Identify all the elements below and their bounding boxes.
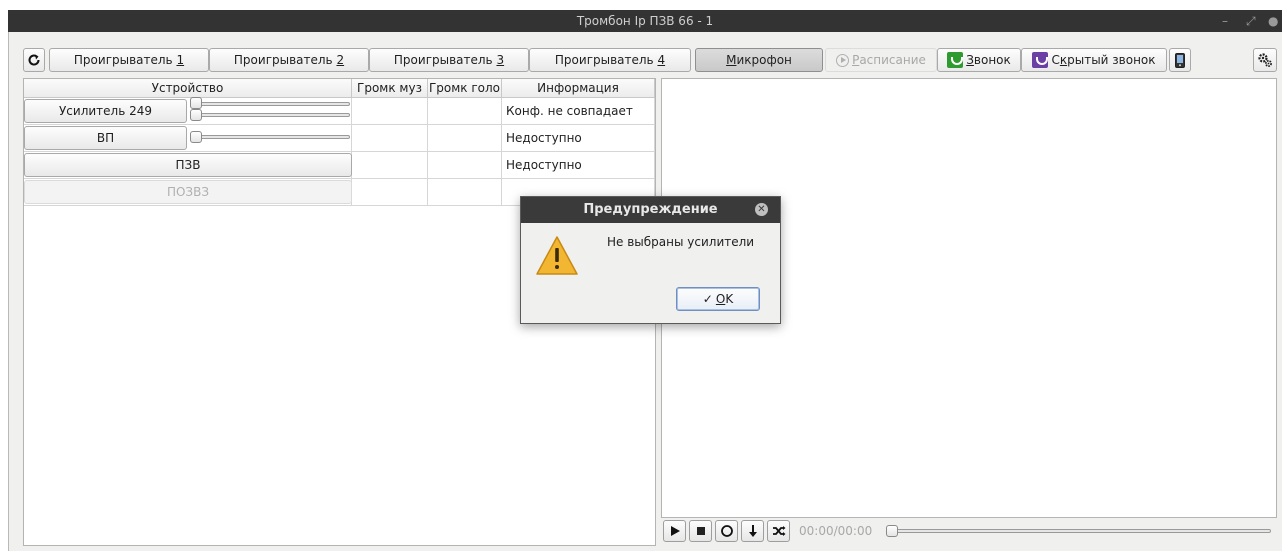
table-cell (352, 152, 428, 179)
dialog-close-icon[interactable]: ✕ (755, 203, 768, 216)
warning-icon (536, 236, 578, 275)
stop-button[interactable] (689, 520, 712, 542)
tab-label: Проигрыватель (393, 53, 497, 67)
device-button-pzv[interactable]: ПЗВ (24, 153, 352, 177)
repeat-icon (720, 525, 733, 537)
tab-player-2[interactable]: Проигрыватель 2 (209, 48, 369, 72)
download-button[interactable] (741, 520, 764, 542)
tab-player-3[interactable]: Проигрыватель 3 (369, 48, 529, 72)
slider-handle[interactable] (190, 97, 202, 109)
dialog-title: Предупреждение (583, 202, 718, 217)
ok-button[interactable]: ✓ O K (676, 287, 760, 311)
phone-call-icon (947, 52, 964, 68)
header-music-volume[interactable]: Громк муз (352, 79, 428, 98)
title-bar: Тромбон Ip ПЗВ 66 - 1 – ⤢ ● (8, 10, 1282, 32)
refresh-button[interactable] (23, 48, 45, 72)
maximize-icon[interactable]: ⤢ (1246, 10, 1256, 32)
table-cell (428, 152, 502, 179)
play-button[interactable] (663, 520, 686, 542)
header-voice-volume[interactable]: Громк голо (428, 79, 502, 98)
device-button-amplifier[interactable]: Усилитель 249 (24, 99, 187, 123)
arrow-down-icon (748, 525, 757, 537)
tab-label: Проигрыватель (554, 53, 658, 67)
gears-icon (1258, 53, 1272, 67)
table-cell (352, 179, 428, 206)
device-button-pozvz[interactable]: ПОЗВЗ (24, 180, 352, 204)
table-cell (428, 98, 502, 125)
table-cell (352, 98, 428, 125)
mobile-device-icon (1175, 52, 1185, 68)
schedule-icon (836, 53, 850, 67)
play-icon (670, 526, 680, 536)
refresh-icon (28, 54, 40, 66)
tab-label: икрофон (736, 53, 792, 67)
music-volume-slider[interactable] (194, 135, 350, 139)
device-button-vp[interactable]: ВП (24, 126, 187, 150)
dialog-message: Не выбраны усилители (607, 235, 755, 249)
shuffle-icon (772, 526, 785, 536)
table-cell (428, 179, 502, 206)
slider-handle[interactable] (190, 109, 202, 121)
hidden-call-button[interactable]: Ск рытый звонок (1021, 48, 1167, 72)
info-cell: Конф. не совпадает (502, 98, 655, 125)
slider-handle[interactable] (886, 525, 898, 537)
tab-label: Проигрыватель (73, 53, 177, 67)
tab-player-4[interactable]: Проигрыватель 4 (529, 48, 691, 72)
schedule-button[interactable]: Расписание (825, 48, 937, 72)
info-cell: Недоступно (502, 152, 655, 179)
close-icon[interactable]: ● (1268, 10, 1278, 32)
music-volume-slider[interactable] (194, 102, 350, 106)
slider-handle[interactable] (190, 131, 202, 143)
window-title: Тромбон Ip ПЗВ 66 - 1 (576, 14, 714, 28)
tab-player-1[interactable]: Проигрыватель 1 (49, 48, 209, 72)
settings-button[interactable] (1253, 48, 1277, 72)
checkmark-icon: ✓ (702, 292, 713, 306)
dialog-title-bar: Предупреждение ✕ (521, 197, 780, 223)
header-device[interactable]: Устройство (24, 79, 352, 98)
table-cell (352, 125, 428, 152)
hidden-phone-call-icon (1032, 52, 1049, 68)
mobile-device-button[interactable] (1169, 48, 1191, 72)
player-controls: 00:00/00:00 (661, 516, 1277, 546)
shuffle-button[interactable] (767, 520, 790, 542)
tab-label: Проигрыватель (233, 53, 337, 67)
stop-icon (696, 527, 705, 535)
header-info[interactable]: Информация (502, 79, 655, 98)
repeat-button[interactable] (715, 520, 738, 542)
playback-position-slider[interactable] (891, 529, 1271, 533)
table-cell (428, 125, 502, 152)
voice-volume-slider[interactable] (194, 113, 350, 117)
tab-microphone[interactable]: Микрофон (695, 48, 823, 72)
warning-dialog: Предупреждение ✕ Не выбраны усилители ✓ O… (520, 196, 781, 324)
minimize-icon[interactable]: – (1222, 10, 1228, 32)
call-button[interactable]: Звонок (937, 48, 1021, 72)
playback-time: 00:00/00:00 (799, 524, 873, 538)
info-cell: Недоступно (502, 125, 655, 152)
